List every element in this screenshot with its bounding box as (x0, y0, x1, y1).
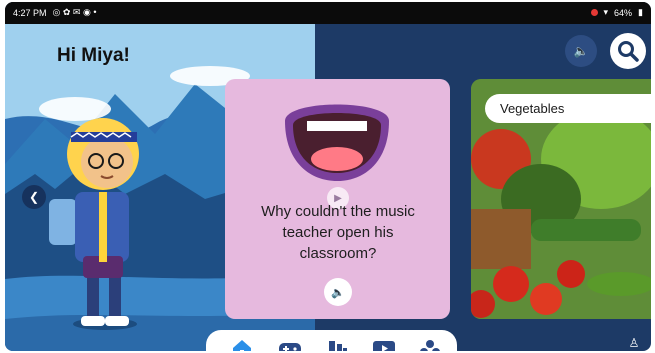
app-frame: 4:27 PM ◎ ✿ ✉ ◉ • ▾ 64% ▮ Hi Miya! ❮ 🔈 ▶… (5, 2, 651, 351)
character-icon[interactable]: ♙ (621, 336, 647, 351)
speaker-icon: 🔈 (331, 286, 345, 299)
joke-card[interactable]: ▶ Why couldn't the music teacher open hi… (225, 79, 450, 319)
bottom-navigation (206, 330, 457, 351)
mouth-illustration (285, 104, 389, 181)
books-icon (329, 341, 347, 351)
gamepad-icon (279, 343, 301, 351)
greeting-text: Hi Miya! (57, 45, 130, 66)
nav-video[interactable] (372, 338, 396, 351)
nav-games[interactable] (278, 338, 302, 351)
chevron-left-icon[interactable]: ❮ (22, 185, 46, 209)
search-icon (618, 41, 639, 62)
category-label[interactable]: Vegetables (485, 94, 651, 123)
nav-home[interactable] (230, 338, 254, 351)
search-button[interactable] (610, 33, 646, 69)
joke-question: Why couldn't the music teacher open his … (261, 203, 415, 262)
video-icon (373, 341, 395, 351)
wifi-icon: ▾ (603, 7, 609, 17)
category-label-text: Vegetables (500, 101, 565, 116)
status-time: 4:27 PM (13, 7, 47, 18)
battery-level: 64% (614, 7, 633, 18)
home-icon (233, 340, 251, 351)
joke-sound-button[interactable]: 🔈 (324, 278, 352, 306)
status-bar: 4:27 PM ◎ ✿ ✉ ◉ • ▾ 64% ▮ (5, 2, 651, 24)
battery-icon: ▮ (638, 7, 643, 17)
record-indicator-icon (590, 9, 598, 16)
nav-books[interactable] (326, 338, 350, 351)
sound-button[interactable]: 🔈 (565, 35, 597, 67)
puzzle-icon (420, 340, 440, 351)
notification-icons: ◎ ✿ ✉ ◉ • (52, 7, 97, 17)
nav-puzzle[interactable] (418, 338, 442, 351)
speaker-icon: 🔈 (573, 44, 589, 58)
